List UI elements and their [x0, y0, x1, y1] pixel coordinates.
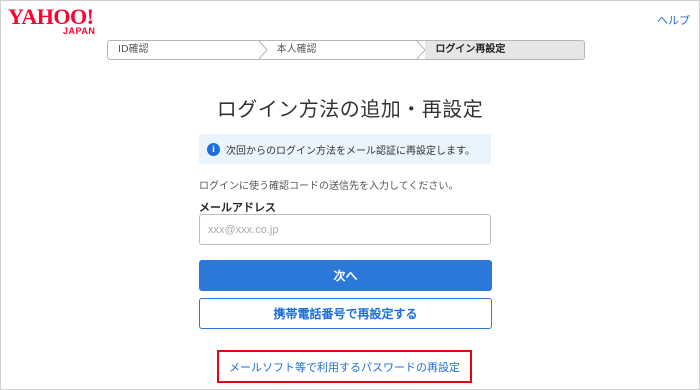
- step-label: 本人確認: [276, 44, 317, 55]
- info-banner: i 次回からのログイン方法をメール認証に再設定します。: [199, 134, 491, 164]
- phone-reset-button[interactable]: 携帯電話番号で再設定する: [199, 298, 492, 329]
- next-button[interactable]: 次へ: [199, 260, 492, 291]
- progress-steps: ID確認 本人確認 ログイン再設定: [107, 40, 585, 60]
- info-banner-text: 次回からのログイン方法をメール認証に再設定します。: [226, 145, 475, 157]
- step-label: ログイン再設定: [435, 44, 506, 55]
- step-login-reset: ログイン再設定: [425, 41, 584, 59]
- help-link[interactable]: ヘルプ: [657, 12, 690, 28]
- step-id-confirm: ID確認: [108, 41, 268, 59]
- step-label: ID確認: [118, 44, 149, 55]
- info-icon: i: [207, 142, 220, 156]
- logo-sub-text: JAPAN: [63, 26, 96, 36]
- step-identity: 本人確認: [267, 41, 427, 59]
- yahoo-japan-logo[interactable]: YAHOO! JAPAN: [8, 4, 106, 37]
- logo-main-text: YAHOO!: [8, 4, 94, 29]
- instruction-text: ログインに使う確認コードの送信先を入力してください。: [199, 181, 459, 192]
- mail-software-password-reset-link[interactable]: メールソフト等で利用するパスワードの再設定: [217, 350, 472, 383]
- email-label: メールアドレス: [199, 201, 276, 214]
- email-input[interactable]: [199, 214, 491, 245]
- page-title: ログイン方法の追加・再設定: [216, 97, 484, 121]
